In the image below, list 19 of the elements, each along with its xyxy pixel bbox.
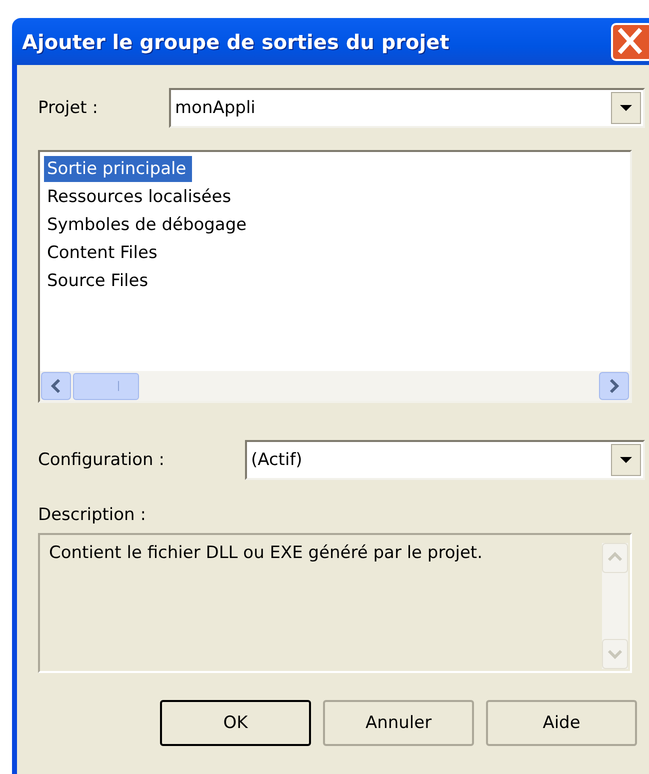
list-item[interactable]: Ressources localisées xyxy=(44,184,238,210)
dialog-button[interactable]: Annuler xyxy=(323,700,474,746)
configuration-dropdown[interactable]: (Actif) xyxy=(245,440,645,480)
configuration-label: Configuration : xyxy=(38,450,166,470)
dialog-button[interactable]: Aide xyxy=(486,700,637,746)
list-item[interactable]: Content Files xyxy=(44,240,164,266)
description-label: Description : xyxy=(38,505,147,525)
description-box: Contient le fichier DLL ou EXE généré par le projet. xyxy=(38,533,632,673)
list-item[interactable]: Symboles de débogage xyxy=(44,212,253,238)
scrollbar-thumb[interactable] xyxy=(73,372,139,400)
scroll-right-button[interactable] xyxy=(599,372,629,400)
scroll-left-button[interactable] xyxy=(41,372,71,400)
project-label: Projet : xyxy=(38,98,99,118)
close-button[interactable] xyxy=(611,22,649,60)
list-item[interactable]: Sortie principale xyxy=(44,156,192,182)
window-title: Ajouter le groupe de sorties du projet xyxy=(22,30,450,54)
dialog-button[interactable]: OK xyxy=(160,700,311,746)
list-item[interactable]: Source Files xyxy=(44,268,154,294)
project-dropdown[interactable]: monAppli xyxy=(169,88,645,128)
